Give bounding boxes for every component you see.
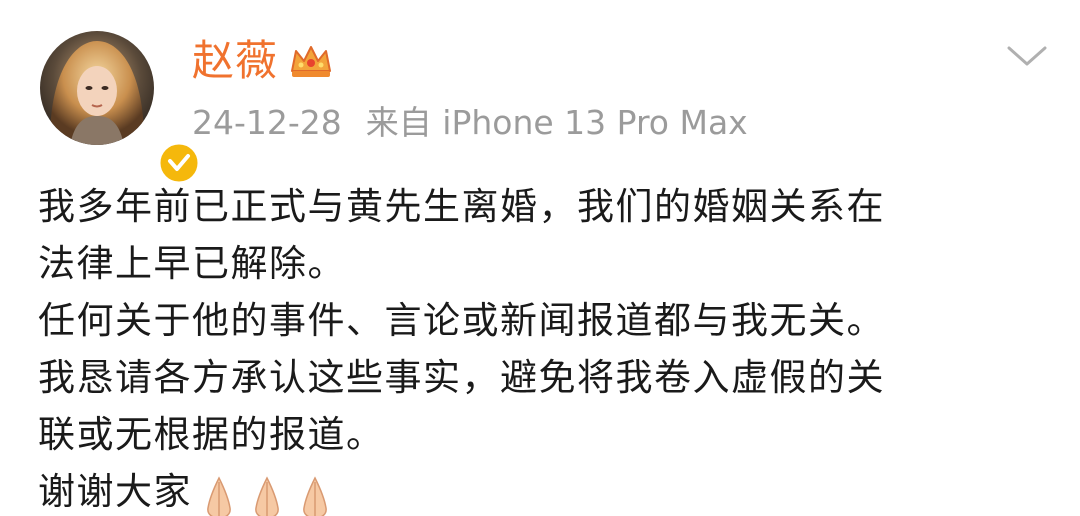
avatar[interactable] [40, 31, 201, 185]
post-line-thanks: 谢谢大家 [38, 463, 1048, 516]
folded-hands-icon [303, 476, 327, 516]
post-line: 我多年前已正式与黄先生离婚，我们的婚姻关系在 [38, 185, 885, 228]
post-line: 我恳请各方承认这些事实，避免将我卷入虚假的关 [38, 356, 885, 399]
avatar-image [40, 31, 154, 145]
folded-hands-icon [207, 476, 231, 516]
chevron-down-icon[interactable] [1005, 40, 1049, 70]
username-link[interactable]: 赵薇 [192, 34, 278, 88]
author-row: 赵薇 [192, 34, 334, 88]
post-date: 24-12-28 [192, 103, 342, 142]
post-meta: 24-12-28 来自 iPhone 13 Pro Max [192, 98, 748, 148]
post-source: 来自 iPhone 13 Pro Max [365, 103, 748, 142]
post-line: 任何关于他的事件、言论或新闻报道都与我无关。 [38, 299, 885, 342]
folded-hands-icon [255, 476, 279, 516]
weibo-post: 赵薇 24-12-28 来自 iPhone 13 Pro Max 我多年前已正式… [0, 0, 1080, 516]
post-line: 法律上早已解除。 [38, 242, 346, 285]
crown-icon[interactable] [288, 41, 334, 81]
thanks-text: 谢谢大家 [38, 470, 192, 513]
post-body: 我多年前已正式与黄先生离婚，我们的婚姻关系在 法律上早已解除。 任何关于他的事件… [38, 178, 1048, 516]
post-line: 联或无根据的报道。 [38, 413, 385, 456]
